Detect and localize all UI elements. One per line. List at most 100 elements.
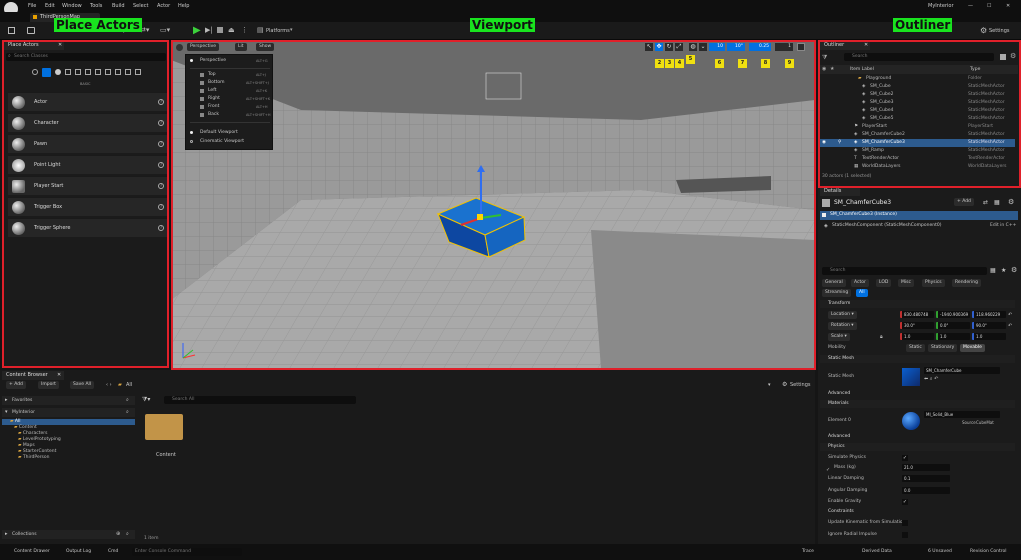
menu-cinematic-viewport[interactable]: Cinematic Viewport <box>186 138 274 146</box>
rotation-snap-icon[interactable]: 10° <box>727 43 745 51</box>
select-mode-icon[interactable]: ↖ <box>645 43 653 51</box>
mode-select-icon[interactable] <box>27 27 35 34</box>
mesh-component-label[interactable]: StaticMeshComponent (StaticMeshComponent… <box>832 223 942 228</box>
cinematics-icon[interactable]: ▭▾ <box>160 26 170 34</box>
tab-close-icon[interactable]: ✕ <box>58 41 62 50</box>
derived-data-button[interactable]: Derived Data <box>862 549 892 554</box>
viewport-options-icon[interactable] <box>176 44 183 51</box>
world-space-icon[interactable]: ◍ <box>689 43 697 51</box>
filter-physics[interactable]: Physics <box>922 279 945 287</box>
outliner-row-selected[interactable]: ◉ ⚲ ◈ SM_ChamferCube3 StaticMeshActor <box>820 139 1015 147</box>
menu-perspective[interactable]: Perspective ALT+G <box>186 57 274 65</box>
type-header[interactable]: Type <box>970 67 980 72</box>
pawn-item[interactable]: Pawn? <box>8 134 167 153</box>
angular-damping-field[interactable]: 0.0 <box>902 487 950 494</box>
content-search[interactable]: Search All <box>164 396 356 404</box>
static-mesh-dropdown[interactable]: SM_ChamferCube <box>924 367 1000 374</box>
settings-button[interactable]: Settings <box>989 28 1010 34</box>
material-dropdown[interactable]: MI_Solid_Blue <box>924 411 1000 418</box>
menu-window[interactable]: Window <box>62 3 82 9</box>
outliner-row[interactable]: ◈ SM_Cube3 StaticMeshActor <box>820 99 1015 107</box>
character-item[interactable]: Character? <box>8 113 167 132</box>
place-actors-tab[interactable]: Place Actors ✕ <box>4 41 64 50</box>
save-icon[interactable] <box>8 27 15 34</box>
lock-icon[interactable]: 🔒︎ <box>880 332 883 342</box>
advanced-section-2[interactable]: Advanced <box>820 433 1015 441</box>
add-component-button[interactable]: + Add <box>954 198 974 206</box>
filter-streaming[interactable]: Streaming <box>822 289 852 297</box>
actor-name[interactable]: SM_ChamferCube3 <box>834 199 891 206</box>
tab-close-icon[interactable]: ✕ <box>57 371 61 380</box>
outliner-row[interactable]: ◈ SM_ChamferCube2 StaticMeshActor <box>820 131 1015 139</box>
platforms-icon[interactable]: ▤ <box>257 26 264 34</box>
outliner-row[interactable]: T TextRenderActor TextRenderActor <box>820 155 1015 163</box>
close-icon[interactable]: ✕ <box>1006 3 1010 9</box>
menu-bottom[interactable]: Bottom ALT+SHIFT+J <box>186 79 274 87</box>
lights-icon[interactable] <box>55 69 61 75</box>
browse-icon[interactable]: ⬅ ⌕ ↶ <box>924 374 938 384</box>
menu-back[interactable]: Back ALT+SHIFT+H <box>186 111 274 119</box>
trigger-box-item[interactable]: Trigger Box? <box>8 197 167 216</box>
menu-edit[interactable]: Edit <box>45 3 55 9</box>
menu-help[interactable]: Help <box>178 3 189 9</box>
output-log-button[interactable]: Output Log <box>66 549 91 554</box>
more-icon[interactable] <box>135 69 141 75</box>
eject-icon[interactable]: ⏏ <box>228 26 235 34</box>
rotation-y[interactable]: 0.0° <box>936 322 970 329</box>
perspective-button[interactable]: Perspective <box>187 43 220 51</box>
import-button[interactable]: Import <box>38 381 59 389</box>
show-button[interactable]: Show <box>256 43 275 51</box>
component-instance-row[interactable]: SM_ChamferCube3 (Instance) <box>820 211 1018 220</box>
trigger-sphere-item[interactable]: Trigger Sphere? <box>8 218 167 237</box>
path-chevron-icon[interactable]: ▾ <box>768 382 771 388</box>
unsaved-button[interactable]: 6 Unsaved <box>928 549 952 554</box>
outliner-search[interactable]: Search <box>844 53 994 61</box>
outliner-row[interactable]: ◈ SM_Cube2 StaticMeshActor <box>820 91 1015 99</box>
outliner-settings-icon[interactable]: ⚙ <box>1010 52 1016 60</box>
menu-left[interactable]: Left ALT+K <box>186 87 274 95</box>
filter-misc[interactable]: Misc <box>898 279 914 287</box>
shapes-icon[interactable] <box>65 69 71 75</box>
filter-icon[interactable]: ⧩ <box>822 54 827 62</box>
transform-section[interactable]: Transform <box>820 300 1015 308</box>
content-folder[interactable] <box>143 412 185 442</box>
details-settings-icon[interactable]: ⚙ <box>1008 198 1014 206</box>
material-sphere[interactable] <box>902 412 920 430</box>
scale-icon[interactable]: ⤢ <box>675 43 683 51</box>
player-start-item[interactable]: Player Start? <box>8 176 167 195</box>
tree-thirdperson[interactable]: ▰ ThirdPerson <box>18 455 50 461</box>
content-drawer-button[interactable]: Content Drawer <box>14 549 50 554</box>
platforms-button[interactable]: Platforms <box>266 28 290 34</box>
collections-header[interactable]: ▸ Collections ⊕ ⌕ <box>2 530 135 539</box>
recent-icon[interactable] <box>32 69 38 75</box>
add-folder-icon[interactable] <box>1000 54 1006 60</box>
rotation-z[interactable]: 90.0° <box>972 322 1006 329</box>
scale-x[interactable]: 1.0 <box>900 333 934 340</box>
more-options-icon[interactable]: ⋮ <box>241 26 248 34</box>
actor-item[interactable]: Actor? <box>8 92 167 111</box>
translate-icon[interactable]: ✥ <box>655 43 663 51</box>
details-tab[interactable]: Details <box>820 187 860 196</box>
enable-gravity-checkbox[interactable]: ✓ <box>902 499 908 505</box>
project-search-icon[interactable]: ⌕ <box>126 409 129 415</box>
outliner-row[interactable]: ◈ SM_Cube5 StaticMeshActor <box>820 115 1015 123</box>
stop-icon[interactable] <box>217 27 223 33</box>
viewport[interactable]: Perspective Lit Show Perspective ALT+G T… <box>171 40 815 369</box>
scale-z[interactable]: 1.0 <box>972 333 1006 340</box>
location-z[interactable]: 118.960229 <box>972 311 1006 318</box>
mobility-static[interactable]: Static <box>906 344 925 352</box>
menu-top[interactable]: Top ALT+J <box>186 71 274 79</box>
project-header[interactable]: ▾ MyInterior ⌕ <box>2 408 135 417</box>
help-icon[interactable]: ? <box>158 141 164 147</box>
rotate-icon[interactable]: ↻ <box>665 43 673 51</box>
help-icon[interactable]: ? <box>158 120 164 126</box>
minimize-icon[interactable]: — <box>968 3 973 9</box>
filter-general[interactable]: General <box>822 279 846 287</box>
help-icon[interactable]: ? <box>158 225 164 231</box>
surface-snap-icon[interactable]: ⌄ <box>699 43 707 51</box>
constraints-section[interactable]: Constraints <box>820 508 1015 516</box>
tab-close-icon[interactable]: ✕ <box>864 41 868 50</box>
physics-section[interactable]: Physics <box>820 443 1015 451</box>
grid-view-icon[interactable]: ▦ <box>994 199 1000 206</box>
linear-damping-field[interactable]: 0.1 <box>902 475 950 482</box>
